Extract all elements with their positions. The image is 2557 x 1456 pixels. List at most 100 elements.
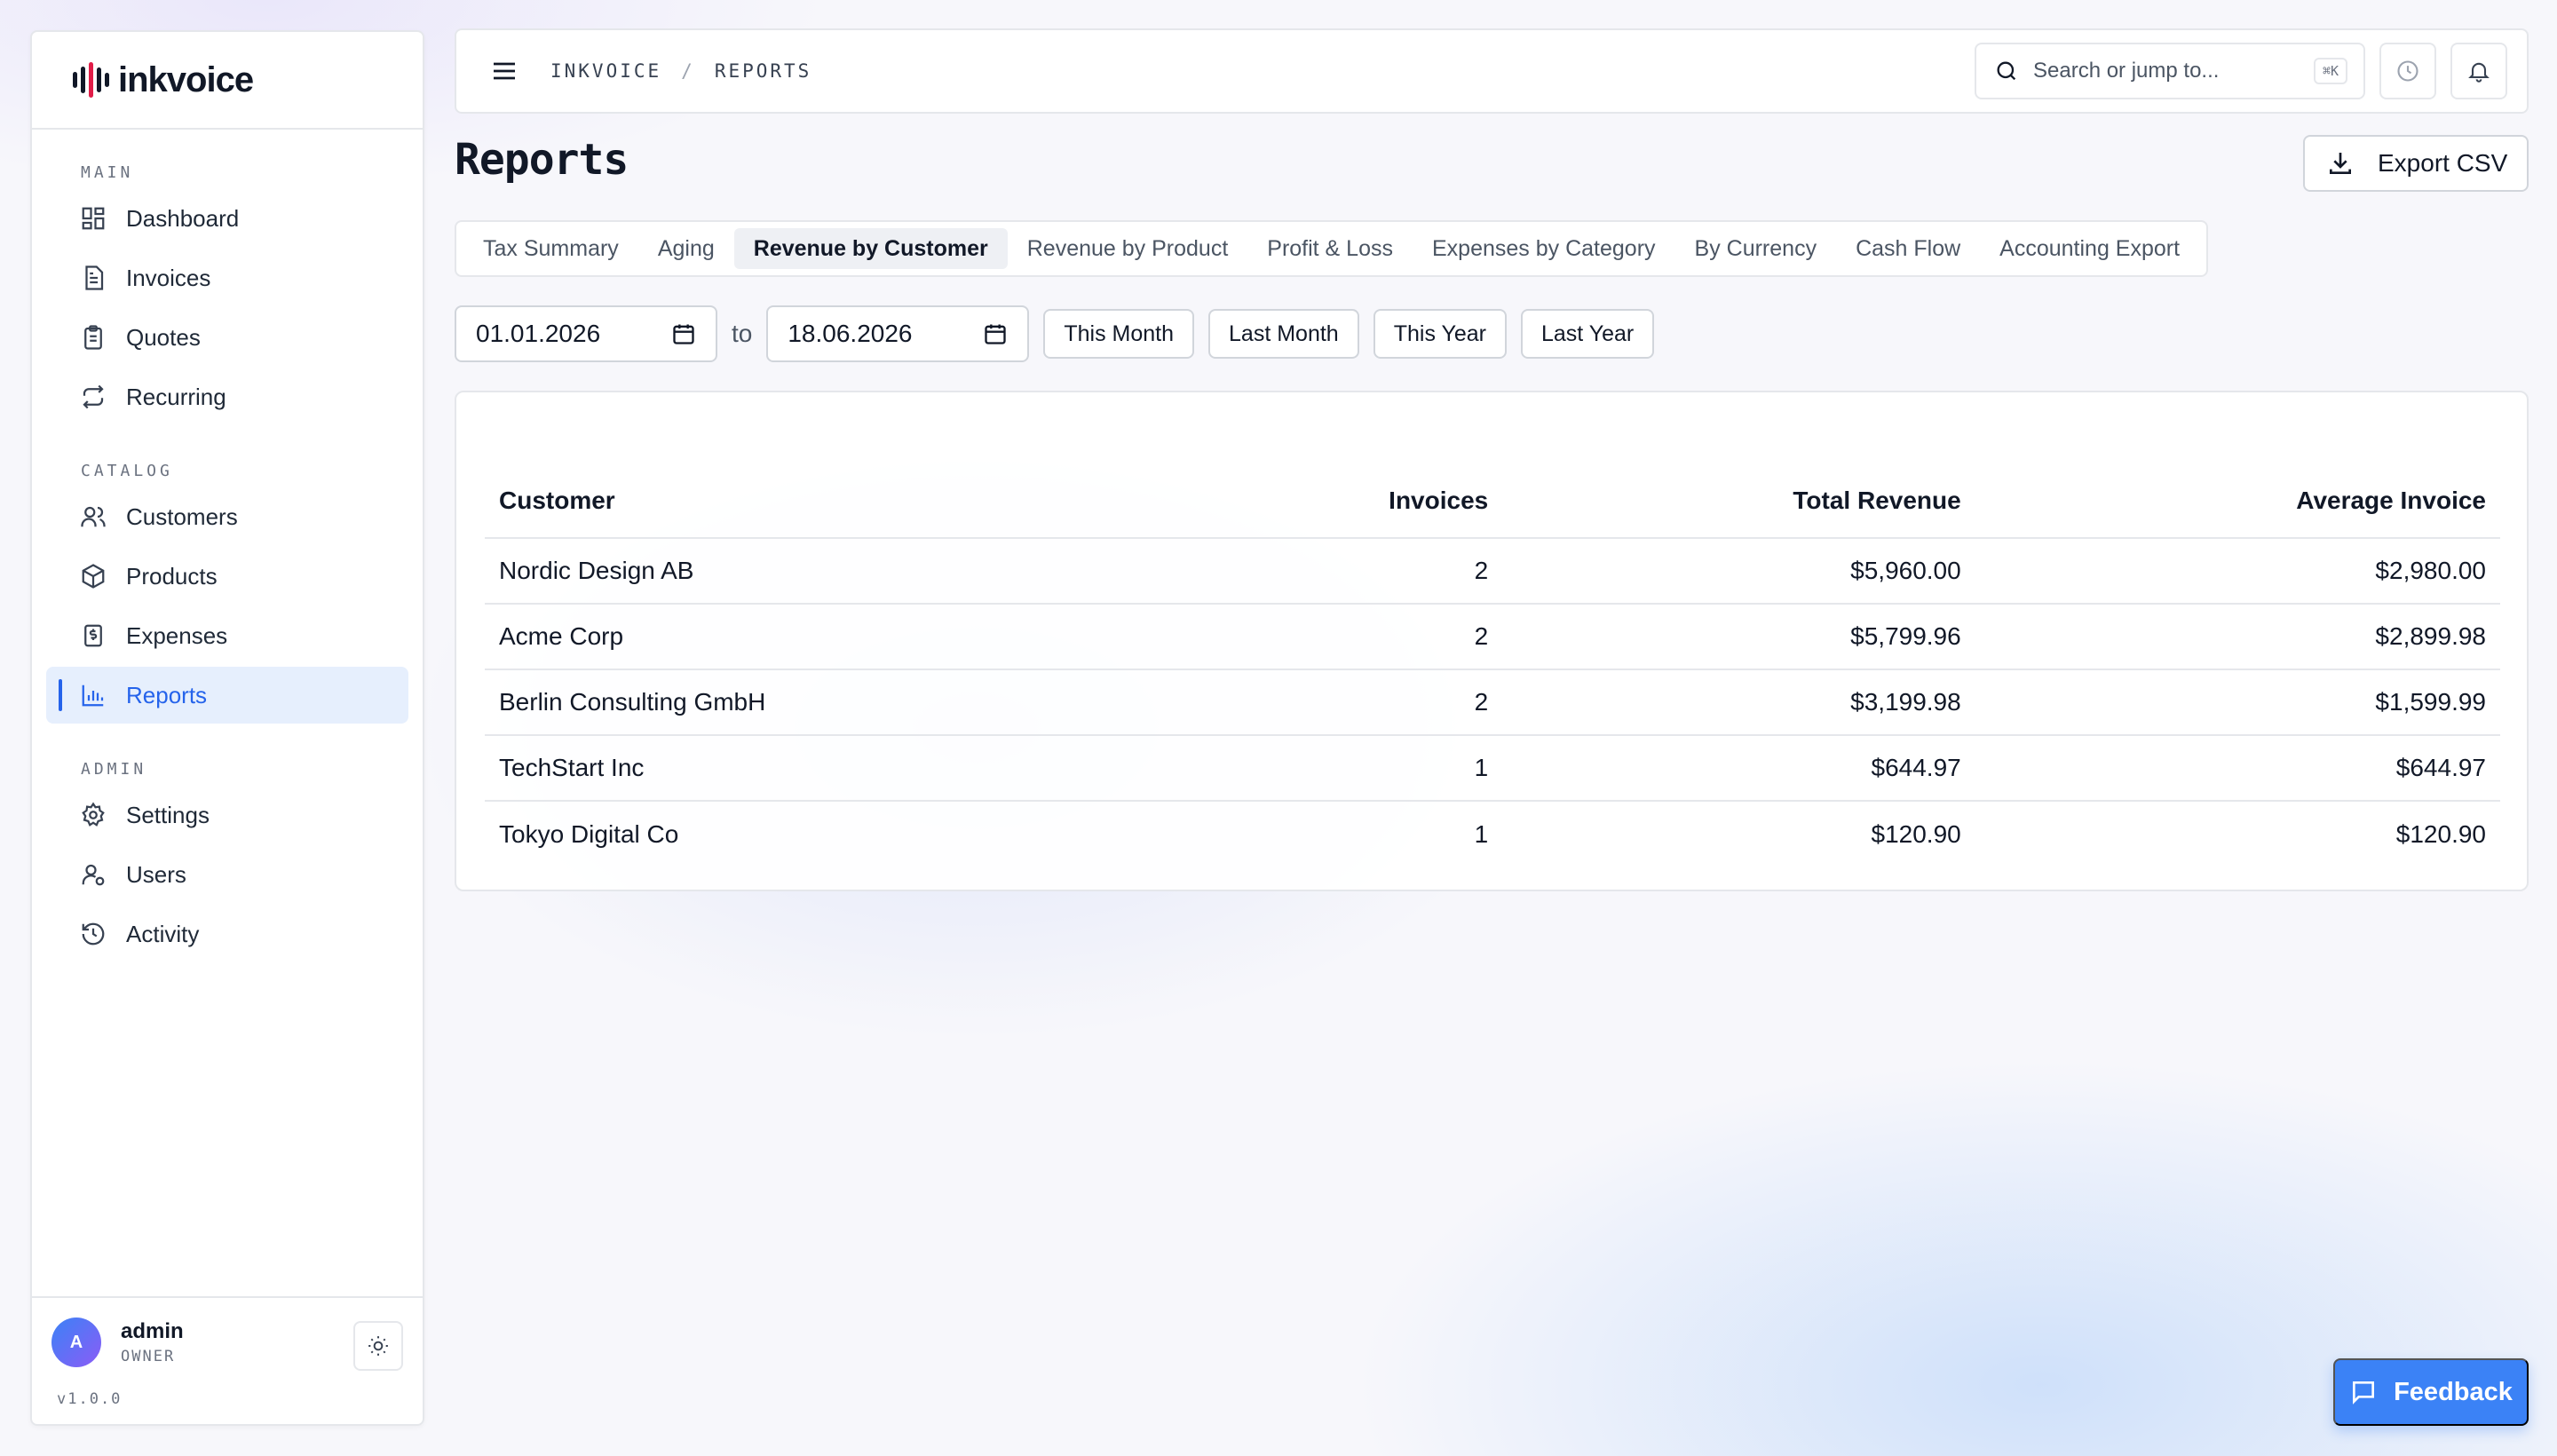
table-row[interactable]: Berlin Consulting GmbH 2 $3,199.98 $1,599.9… [485,669,2500,736]
table-row[interactable]: TechStart Inc 1 $644.97 $644.97 [485,735,2500,802]
logo-icon [73,62,109,98]
download-icon [2330,153,2351,174]
avatar[interactable]: A [51,1318,101,1367]
sidebar-item-activity[interactable]: Activity [46,906,408,962]
column-header-customer[interactable]: Customer [485,463,1195,539]
sidebar-item-label: Expenses [126,621,228,649]
repeat-icon [83,384,104,409]
sidebar: inkvoice MAIN Dashboard Invoices Quotes Recu… [30,30,424,1426]
sidebar-item-dashboard[interactable]: Dashboard [46,190,408,247]
sidebar-footer: A admin OWNER v1.0.0 [32,1296,423,1424]
cell-average-invoice: $2,980.00 [1975,538,2500,605]
cell-average-invoice: $2,899.98 [1975,604,2500,670]
cell-customer: Berlin Consulting GmbH [485,669,1195,736]
sidebar-item-label: Settings [126,801,210,828]
sidebar-item-label: Activity [126,920,200,947]
breadcrumb: INKVOICE / REPORTS [550,30,811,112]
sidebar-item-label: Products [126,562,218,590]
sidebar-item-label: Users [126,860,186,888]
bell-icon [2468,62,2490,83]
sidebar-item-label: Recurring [126,383,226,410]
menu-icon[interactable] [490,57,519,85]
package-icon [82,564,105,589]
column-header-total-revenue[interactable]: Total Revenue [1502,463,1975,539]
sidebar-item-recurring[interactable]: Recurring [46,368,408,425]
cell-total-revenue: $644.97 [1502,735,1975,802]
tab-accounting-export[interactable]: Accounting Export [1980,228,2199,269]
app-version: v1.0.0 [57,1390,123,1408]
preset-this-year-button[interactable]: This Year [1373,309,1507,359]
table-header-row: Customer Invoices Total Revenue Average … [485,463,2500,539]
date-to-input[interactable]: 18.06.2026 [766,305,1030,362]
tab-cash-flow[interactable]: Cash Flow [1836,228,1980,269]
table-row[interactable]: Tokyo Digital Co 1 $120.90 $120.90 [485,801,2500,866]
sidebar-nav: MAIN Dashboard Invoices Quotes Recurring CATA… [32,130,423,962]
receipt-icon [84,624,102,647]
date-from-input[interactable]: 01.01.2026 [455,305,717,362]
nav-section-admin: ADMIN Settings Users Activity [32,726,423,962]
breadcrumb-root[interactable]: INKVOICE [550,60,661,82]
breadcrumb-separator: / [681,60,695,82]
preset-last-month-button[interactable]: Last Month [1208,309,1359,359]
sidebar-item-quotes[interactable]: Quotes [46,309,408,366]
feedback-label: Feedback [2394,1377,2513,1406]
tab-profit-loss[interactable]: Profit & Loss [1247,228,1413,269]
column-header-average-invoice[interactable]: Average Invoice [1975,463,2500,539]
clipboard-icon [84,325,102,350]
invoice-icon [85,265,104,290]
tab-revenue-by-product[interactable]: Revenue by Product [1008,228,1248,269]
search-input[interactable]: Search or jump to... ⌘K [1975,43,2365,99]
tab-aging[interactable]: Aging [638,228,734,269]
calendar-icon[interactable] [983,321,1008,346]
calendar-icon[interactable] [671,321,696,346]
column-header-invoices[interactable]: Invoices [1194,463,1503,539]
sidebar-item-label: Quotes [126,323,201,351]
table-row[interactable]: Acme Corp 2 $5,799.96 $2,899.98 [485,604,2500,670]
topbar: INKVOICE / REPORTS Search or jump to... … [455,28,2529,114]
cell-invoices: 2 [1194,604,1503,670]
cell-total-revenue: $5,799.96 [1502,604,1975,670]
export-csv-label: Export CSV [2378,149,2508,177]
sidebar-item-expenses[interactable]: Expenses [46,607,408,664]
cell-total-revenue: $5,960.00 [1502,538,1975,605]
preset-this-month-button[interactable]: This Month [1043,309,1195,359]
sidebar-item-label: Customers [126,502,238,530]
dashboard-icon [82,207,105,230]
sidebar-item-label: Dashboard [126,204,240,232]
report-tabs: Tax Summary Aging Revenue by Customer Reven… [455,220,2209,277]
export-csv-button[interactable]: Export CSV [2303,135,2529,192]
tab-by-currency[interactable]: By Currency [1675,228,1837,269]
user-role: OWNER [121,1348,176,1365]
sidebar-item-settings[interactable]: Settings [46,787,408,843]
preset-last-year-button[interactable]: Last Year [1520,309,1655,359]
tab-tax-summary[interactable]: Tax Summary [463,228,638,269]
sidebar-item-products[interactable]: Products [46,548,408,605]
sidebar-item-invoices[interactable]: Invoices [46,249,408,306]
cell-total-revenue: $120.90 [1871,819,1961,848]
bar-chart-icon [82,684,104,707]
brand[interactable]: inkvoice [32,32,423,130]
cell-average-invoice: $644.97 [1975,735,2500,802]
table-row[interactable]: Nordic Design AB 2 $5,960.00 $2,980.00 [485,538,2500,605]
cell-customer: Acme Corp [485,604,1195,670]
sidebar-item-users[interactable]: Users [46,846,408,903]
revenue-by-customer-table: Customer Invoices Total Revenue Average … [485,463,2500,866]
nav-section-catalog: CATALOG Customers Products Expenses Reports [32,428,423,724]
cell-customer: Tokyo Digital Co [499,819,679,848]
cell-customer: Nordic Design AB [485,538,1195,605]
sidebar-item-reports[interactable]: Reports [46,667,408,724]
tab-expenses-by-category[interactable]: Expenses by Category [1413,228,1675,269]
date-to-value: 18.06.2026 [788,320,913,347]
sidebar-item-customers[interactable]: Customers [46,488,408,545]
report-card: Customer Invoices Total Revenue Average … [455,391,2529,891]
cell-total-revenue: $3,199.98 [1502,669,1975,736]
theme-toggle-button[interactable] [353,1321,403,1371]
tab-revenue-by-customer[interactable]: Revenue by Customer [733,228,1008,269]
feedback-button[interactable]: Feedback [2333,1358,2529,1426]
notifications-button[interactable] [2450,43,2507,99]
nav-section-main: MAIN Dashboard Invoices Quotes Recurring [32,130,423,425]
message-icon [2353,1381,2375,1405]
cell-invoices: 1 [1194,735,1503,802]
history-button[interactable] [2379,43,2436,99]
nav-heading: ADMIN [81,759,147,779]
